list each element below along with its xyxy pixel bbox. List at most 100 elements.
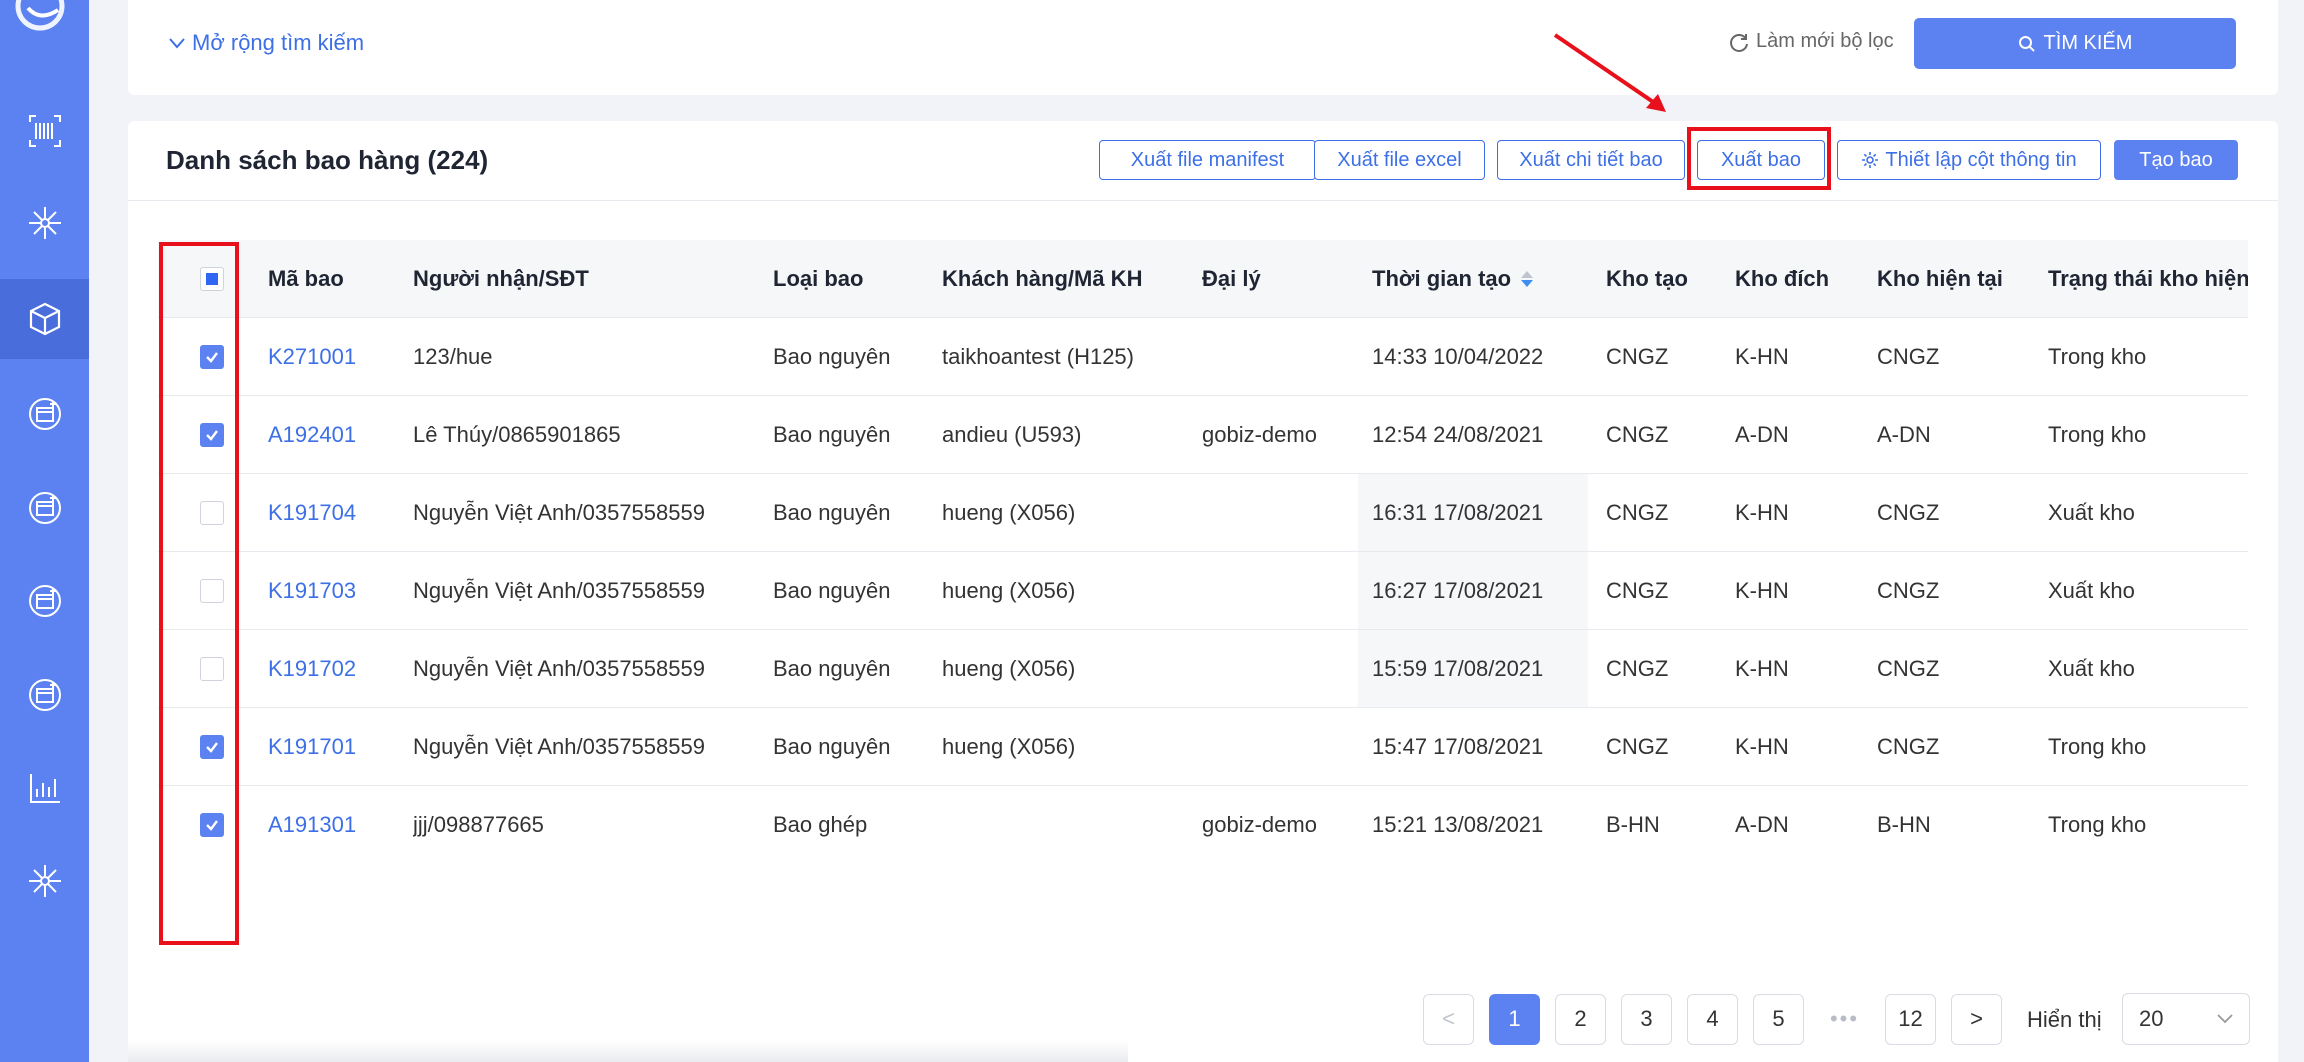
cell-created: 16:31 17/08/2021 (1372, 499, 1544, 525)
row-checkbox[interactable] (200, 734, 224, 759)
cell-from: CNGZ (1606, 343, 1669, 369)
cell-created: 15:59 17/08/2021 (1372, 655, 1544, 681)
refresh-filter-button[interactable]: Làm mới bộ lọc (1728, 30, 1894, 53)
check-icon (206, 819, 218, 831)
header-divider (128, 200, 2278, 201)
cell-code[interactable]: K191701 (268, 708, 356, 785)
cell-from: CNGZ (1606, 733, 1669, 759)
create-bag-button[interactable]: Tạo bao (2114, 140, 2238, 180)
row-checkbox[interactable] (200, 578, 224, 603)
network-icon-2[interactable] (0, 841, 89, 921)
page-size-select[interactable]: 20 (2122, 993, 2250, 1045)
page-2-button[interactable]: 2 (1555, 993, 1606, 1045)
last-page-button[interactable]: 12 (1885, 993, 1936, 1045)
cell-receiver: Nguyễn Việt Anh/0357558559 (413, 655, 705, 681)
box-add-icon-4[interactable] (0, 655, 89, 735)
next-page-button[interactable]: > (1951, 993, 2002, 1045)
page-4-button[interactable]: 4 (1687, 993, 1738, 1045)
export-bag-detail-button[interactable]: Xuất chi tiết bao (1497, 140, 1685, 180)
cell-to: A-DN (1735, 421, 1789, 447)
cell-created: 15:21 13/08/2021 (1372, 811, 1544, 837)
col-code: Mã bao (268, 265, 344, 291)
row-checkbox-cell (192, 708, 232, 785)
export-excel-button[interactable]: Xuất file excel (1314, 140, 1485, 180)
cell-to: K-HN (1735, 499, 1789, 525)
table-row[interactable]: K191704 Nguyễn Việt Anh/0357558559 Bao ngu… (158, 474, 2248, 552)
cell-status: Xuất kho (2048, 577, 2135, 603)
bag-table: Mã bao Người nhận/SĐT Loại bao Khách hàn… (158, 240, 2248, 840)
box-add-icon-2[interactable] (0, 468, 89, 548)
cell-agent: gobiz-demo (1202, 421, 1317, 447)
cell-from: B-HN (1606, 811, 1660, 837)
bar-chart-icon[interactable] (0, 748, 89, 828)
row-checkbox[interactable] (200, 812, 224, 837)
col-created[interactable]: Thời gian tạo (1372, 240, 1534, 317)
page-1-button[interactable]: 1 (1489, 993, 1540, 1045)
table-row[interactable]: A192401 Lê Thúy/0865901865 Bao nguyên andie… (158, 396, 2248, 474)
cell-created: 12:54 24/08/2021 (1372, 421, 1544, 447)
expand-search-label: Mở rộng tìm kiếm (192, 30, 365, 55)
cell-code[interactable]: A191301 (268, 786, 356, 840)
cell-created: 15:47 17/08/2021 (1372, 733, 1544, 759)
row-checkbox[interactable] (200, 344, 224, 369)
check-icon (206, 429, 218, 441)
row-checkbox-cell (192, 786, 232, 840)
cell-from: CNGZ (1606, 655, 1669, 681)
cell-code[interactable]: K271001 (268, 318, 356, 395)
cell-status: Xuất kho (2048, 655, 2135, 681)
package-icon[interactable] (0, 279, 89, 359)
cell-code[interactable]: A192401 (268, 396, 356, 473)
cell-created: 16:27 17/08/2021 (1372, 577, 1544, 603)
col-receiver: Người nhận/SĐT (413, 265, 589, 291)
row-checkbox[interactable] (200, 422, 224, 447)
page-5-button[interactable]: 5 (1753, 993, 1804, 1045)
cell-receiver: Nguyễn Việt Anh/0357558559 (413, 577, 705, 603)
check-icon (206, 741, 218, 753)
cell-receiver: Lê Thúy/0865901865 (413, 421, 621, 447)
cell-receiver: jjj/098877665 (413, 811, 544, 837)
cell-code[interactable]: K191703 (268, 552, 356, 629)
page-size-value: 20 (2139, 1006, 2164, 1031)
cell-code[interactable]: K191704 (268, 474, 356, 551)
export-manifest-button[interactable]: Xuất file manifest (1099, 140, 1316, 180)
column-settings-button[interactable]: Thiết lập cột thông tin (1837, 140, 2101, 180)
table-row[interactable]: K191702 Nguyễn Việt Anh/0357558559 Bao ngu… (158, 630, 2248, 708)
cell-status: Xuất kho (2048, 499, 2135, 525)
row-checkbox-cell (192, 318, 232, 395)
row-checkbox[interactable] (200, 656, 224, 681)
table-row[interactable]: K191703 Nguyễn Việt Anh/0357558559 Bao ngu… (158, 552, 2248, 630)
page-ellipsis[interactable]: ••• (1819, 993, 1870, 1045)
select-all-checkbox[interactable] (200, 266, 224, 291)
cell-receiver: Nguyễn Việt Anh/0357558559 (413, 499, 705, 525)
barcode-icon[interactable] (0, 91, 89, 171)
table-row[interactable]: K271001 123/hue Bao nguyên taikhoantest (H1… (158, 318, 2248, 396)
cell-type: Bao nguyên (773, 343, 891, 369)
cell-to: K-HN (1735, 577, 1789, 603)
prev-page-button[interactable]: < (1423, 993, 1474, 1045)
refresh-filter-label: Làm mới bộ lọc (1756, 30, 1894, 52)
check-icon (206, 351, 218, 363)
search-button[interactable]: TÌM KIẾM (1914, 18, 2236, 69)
cell-agent: gobiz-demo (1202, 811, 1317, 837)
page-3-button[interactable]: 3 (1621, 993, 1672, 1045)
chevron-down-icon (2217, 1014, 2233, 1024)
table-header: Mã bao Người nhận/SĐT Loại bao Khách hàn… (158, 240, 2248, 318)
cell-status: Trong kho (2048, 343, 2147, 369)
col-type: Loại bao (773, 265, 864, 291)
page-title: Danh sách bao hàng (224) (166, 145, 489, 175)
sort-icon[interactable] (1521, 270, 1534, 287)
cell-type: Bao nguyên (773, 655, 891, 681)
network-icon[interactable] (0, 183, 89, 263)
cell-current: CNGZ (1877, 577, 1940, 603)
box-add-icon-1[interactable] (0, 374, 89, 454)
cell-code[interactable]: K191702 (268, 630, 356, 707)
box-add-icon-3[interactable] (0, 561, 89, 641)
col-customer: Khách hàng/Mã KH (942, 265, 1143, 291)
table-row[interactable]: K191701 Nguyễn Việt Anh/0357558559 Bao ngu… (158, 708, 2248, 786)
cell-current: B-HN (1877, 811, 1931, 837)
cell-created: 14:33 10/04/2022 (1372, 343, 1544, 369)
export-bag-button[interactable]: Xuất bao (1697, 140, 1825, 180)
row-checkbox[interactable] (200, 500, 224, 525)
table-row[interactable]: A191301 jjj/098877665 Bao ghép gobiz-demo 15… (158, 786, 2248, 840)
expand-search-link[interactable]: Mở rộng tìm kiếm (168, 30, 364, 56)
